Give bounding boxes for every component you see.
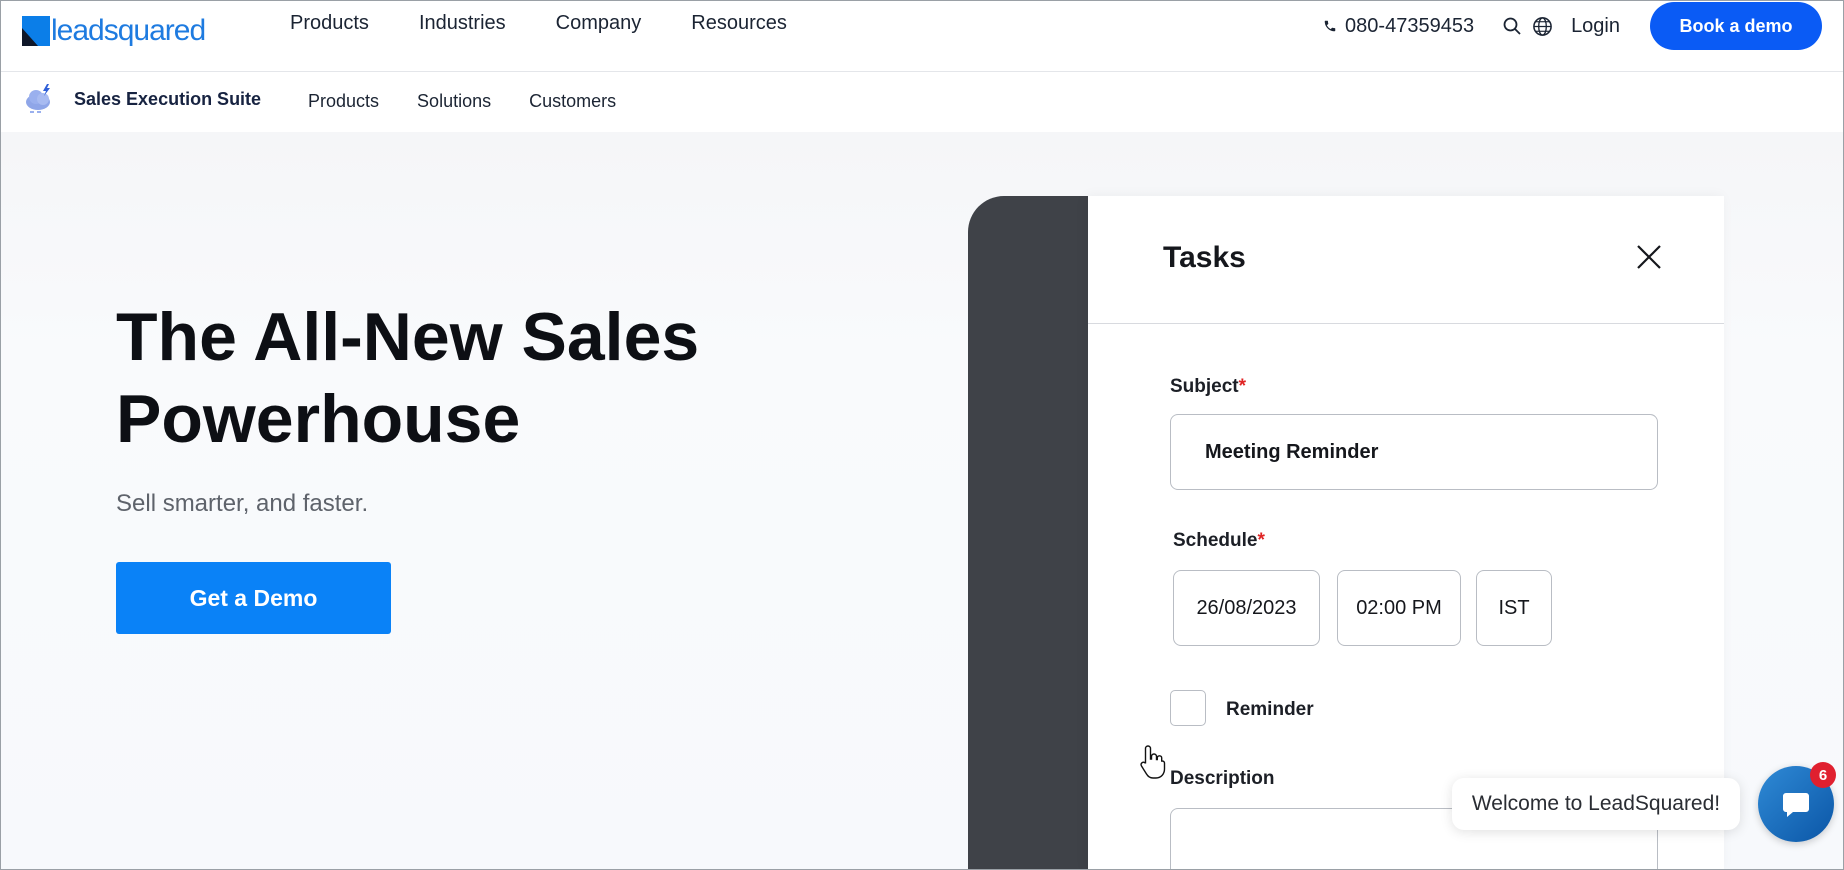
hero-title-line-2: Powerhouse [116, 381, 521, 457]
schedule-label: Schedule* [1173, 530, 1265, 552]
main-menu: Products Industries Company Resources [290, 12, 787, 35]
phone-number: 080-47359453 [1345, 14, 1475, 37]
globe-icon[interactable] [1532, 16, 1553, 37]
reminder-label: Reminder [1226, 699, 1314, 720]
menu-item-company[interactable]: Company [556, 12, 642, 35]
get-demo-button[interactable]: Get a Demo [116, 562, 391, 634]
phone-link[interactable]: 080-47359453 [1323, 15, 1474, 38]
hero-subtitle: Sell smarter, and faster. [116, 490, 369, 517]
suite-brand[interactable]: Sales Execution Suite [24, 82, 261, 116]
description-label: Description [1170, 768, 1275, 789]
menu-item-products[interactable]: Products [290, 12, 369, 35]
sub-menu-products[interactable]: Products [308, 91, 379, 112]
hand-cursor-icon [1140, 745, 1166, 779]
top-navigation: leadsquared Products Industries Company … [0, 0, 1844, 72]
hero-title: The All-New Sales Powerhouse [116, 296, 776, 460]
cloud-bolt-icon [26, 84, 50, 113]
hero-title-line-1: The All-New Sales [116, 299, 700, 375]
leadsquared-logo[interactable]: leadsquared [22, 10, 206, 47]
menu-item-industries[interactable]: Industries [419, 12, 506, 35]
date-field[interactable]: 26/08/2023 [1173, 570, 1320, 646]
timezone-field[interactable]: IST [1476, 570, 1552, 646]
sub-menu-solutions[interactable]: Solutions [417, 91, 491, 112]
search-icon[interactable] [1502, 16, 1522, 36]
login-link[interactable]: Login [1571, 15, 1620, 38]
chat-notification-badge: 6 [1810, 762, 1836, 788]
reminder-checkbox[interactable] [1170, 690, 1206, 726]
book-demo-button[interactable]: Book a demo [1650, 2, 1822, 50]
subject-label-text: Subject [1170, 376, 1239, 397]
subject-label: Subject* [1170, 376, 1246, 398]
tasks-panel: Tasks Subject* Meeting Reminder Schedule… [1088, 196, 1724, 870]
logo-mark-icon [22, 16, 50, 46]
sub-menu-customers[interactable]: Customers [529, 91, 616, 112]
sub-menu: Products Solutions Customers [308, 91, 616, 112]
time-field[interactable]: 02:00 PM [1337, 570, 1461, 646]
suite-name: Sales Execution Suite [74, 88, 262, 109]
phone-icon [1324, 20, 1336, 32]
required-marker: * [1238, 376, 1247, 397]
chat-icon [1783, 793, 1809, 817]
menu-item-resources[interactable]: Resources [691, 12, 787, 35]
tasks-panel-header: Tasks [1088, 196, 1724, 324]
required-marker: * [1257, 530, 1265, 551]
chat-welcome-bubble[interactable]: Welcome to LeadSquared! [1452, 778, 1740, 830]
close-icon[interactable] [1636, 244, 1662, 270]
header-tools: 080-47359453 Login Book a demo [1323, 2, 1822, 50]
sub-navigation: Sales Execution Suite Products Solutions… [0, 72, 1844, 132]
schedule-label-text: Schedule [1173, 530, 1258, 551]
logo-text: leadsquared [51, 14, 206, 47]
subject-input[interactable]: Meeting Reminder [1170, 414, 1658, 490]
tasks-title: Tasks [1163, 241, 1246, 274]
